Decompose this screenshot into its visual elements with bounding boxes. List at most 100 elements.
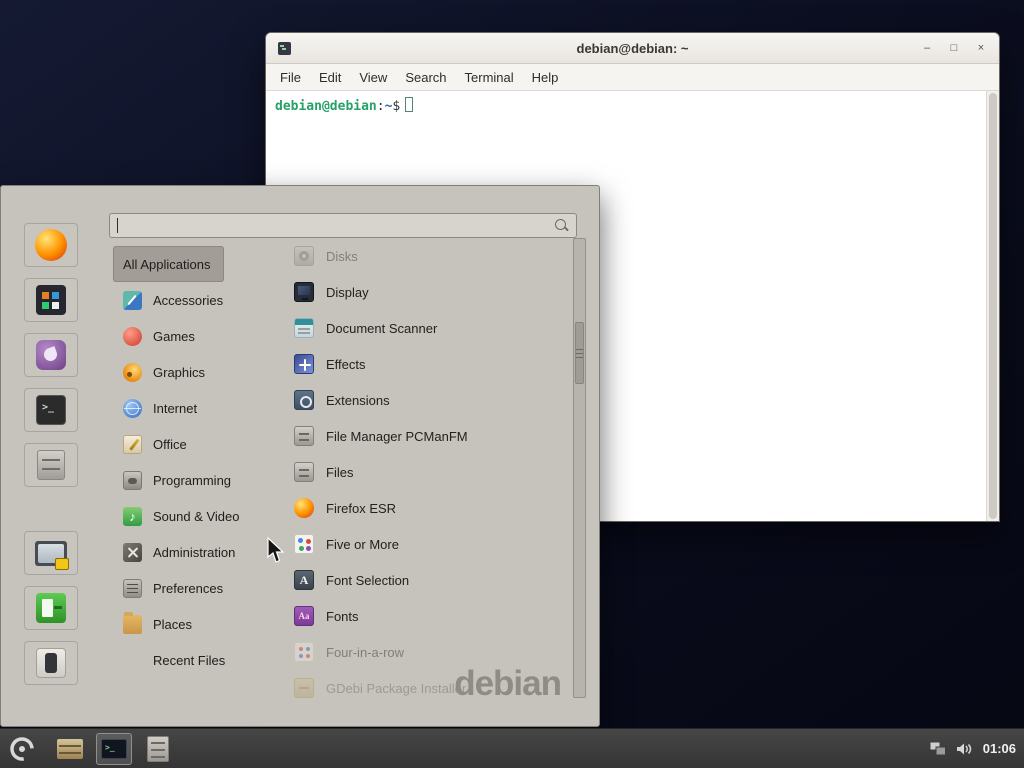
category-recent-files[interactable]: Recent Files xyxy=(113,642,235,678)
category-accessories[interactable]: Accessories xyxy=(113,282,233,318)
prompt-colon: : xyxy=(377,99,385,114)
category-preferences[interactable]: Preferences xyxy=(113,570,233,606)
menu-view[interactable]: View xyxy=(351,67,395,88)
office-icon xyxy=(123,435,142,454)
mouse-cursor xyxy=(266,537,286,564)
category-label: Recent Files xyxy=(153,653,225,668)
lock-screen-button[interactable] xyxy=(24,531,78,575)
category-administration[interactable]: Administration xyxy=(113,534,245,570)
preferences-icon xyxy=(123,579,142,598)
terminal-app-icon xyxy=(278,42,291,55)
chat-app-icon xyxy=(36,340,66,370)
app-label: Extensions xyxy=(326,393,390,408)
prompt-dollar: $ xyxy=(392,99,400,114)
network-icon[interactable] xyxy=(930,742,946,756)
category-office[interactable]: Office xyxy=(113,426,197,462)
terminal-titlebar[interactable]: debian@debian: ~ – □ × xyxy=(266,33,999,64)
cinnamon-logo-icon xyxy=(8,735,36,763)
category-label: Games xyxy=(153,329,195,344)
menu-search[interactable]: Search xyxy=(397,67,454,88)
extensions-icon xyxy=(294,390,314,410)
app-five-or-more[interactable]: Five or More xyxy=(286,526,569,562)
app-effects[interactable]: Effects xyxy=(286,346,569,382)
document-scanner-icon xyxy=(294,318,314,338)
category-all-applications[interactable]: All Applications xyxy=(113,246,224,282)
menu-help[interactable]: Help xyxy=(524,67,567,88)
app-extensions[interactable]: Extensions xyxy=(286,382,569,418)
category-label: Preferences xyxy=(153,581,223,596)
menu-edit[interactable]: Edit xyxy=(311,67,349,88)
search-box[interactable] xyxy=(109,213,577,238)
favorite-file-manager[interactable] xyxy=(24,443,78,487)
files-icon xyxy=(147,736,169,762)
photos-icon xyxy=(36,285,66,315)
category-internet[interactable]: Internet xyxy=(113,390,207,426)
application-list: Disks Display Document Scanner Effects E… xyxy=(286,238,569,706)
menu-file[interactable]: File xyxy=(272,67,309,88)
app-label: Firefox ESR xyxy=(326,501,396,516)
category-label: Internet xyxy=(153,401,197,416)
search-input[interactable] xyxy=(118,214,554,237)
app-files[interactable]: Files xyxy=(286,454,569,490)
favorite-terminal[interactable] xyxy=(24,388,78,432)
places-icon xyxy=(123,615,142,634)
category-games[interactable]: Games xyxy=(113,318,205,354)
quit-button[interactable] xyxy=(24,641,78,685)
menu-button[interactable] xyxy=(0,729,44,768)
graphics-icon xyxy=(123,363,142,382)
lock-screen-icon xyxy=(35,541,67,566)
taskbar-files[interactable] xyxy=(140,733,176,765)
category-label: Programming xyxy=(153,473,231,488)
files-icon xyxy=(294,462,314,482)
gdebi-icon xyxy=(294,678,314,698)
effects-icon xyxy=(294,354,314,374)
category-graphics[interactable]: Graphics xyxy=(113,354,215,390)
volume-icon[interactable] xyxy=(956,742,973,756)
maximize-icon[interactable]: □ xyxy=(948,43,960,54)
app-font-selection[interactable]: Font Selection xyxy=(286,562,569,598)
apps-scrollbar[interactable] xyxy=(573,238,586,698)
internet-icon xyxy=(123,399,142,418)
favorite-chat[interactable] xyxy=(24,333,78,377)
category-label: Graphics xyxy=(153,365,205,380)
firefox-icon xyxy=(35,229,67,261)
accessories-icon xyxy=(123,291,142,310)
terminal-icon xyxy=(101,739,127,759)
favorite-photos[interactable] xyxy=(24,278,78,322)
logout-button[interactable] xyxy=(24,586,78,630)
app-label: Fonts xyxy=(326,609,359,624)
category-label: Places xyxy=(153,617,192,632)
four-in-a-row-icon xyxy=(294,642,314,662)
clock[interactable]: 01:06 xyxy=(983,741,1016,756)
close-icon[interactable]: × xyxy=(975,43,987,54)
category-list: All Applications Accessories Games Graph… xyxy=(113,246,275,678)
file-manager-icon xyxy=(294,426,314,446)
games-icon xyxy=(123,327,142,346)
terminal-scrollbar-thumb[interactable] xyxy=(989,93,997,519)
app-fonts[interactable]: Fonts xyxy=(286,598,569,634)
taskbar-terminal[interactable] xyxy=(96,733,132,765)
app-display[interactable]: Display xyxy=(286,274,569,310)
terminal-scrollbar[interactable] xyxy=(986,91,999,521)
app-label: Files xyxy=(326,465,353,480)
apps-scrollbar-thumb[interactable] xyxy=(575,322,584,384)
app-firefox-esr[interactable]: Firefox ESR xyxy=(286,490,569,526)
app-label: Five or More xyxy=(326,537,399,552)
fonts-icon xyxy=(294,606,314,626)
app-disks[interactable]: Disks xyxy=(286,238,569,274)
category-programming[interactable]: Programming xyxy=(113,462,241,498)
category-places[interactable]: Places xyxy=(113,606,202,642)
menu-terminal[interactable]: Terminal xyxy=(457,67,522,88)
minimize-icon[interactable]: – xyxy=(921,43,933,54)
system-tray: 01:06 xyxy=(930,741,1024,756)
app-document-scanner[interactable]: Document Scanner xyxy=(286,310,569,346)
taskbar-file-manager[interactable] xyxy=(52,733,88,765)
shutdown-icon xyxy=(36,648,66,678)
app-label: Display xyxy=(326,285,369,300)
app-label: Four-in-a-row xyxy=(326,645,404,660)
programming-icon xyxy=(123,471,142,490)
app-file-manager-pcmanfm[interactable]: File Manager PCManFM xyxy=(286,418,569,454)
app-label: Disks xyxy=(326,249,358,264)
favorite-firefox[interactable] xyxy=(24,223,78,267)
category-sound-video[interactable]: Sound & Video xyxy=(113,498,250,534)
